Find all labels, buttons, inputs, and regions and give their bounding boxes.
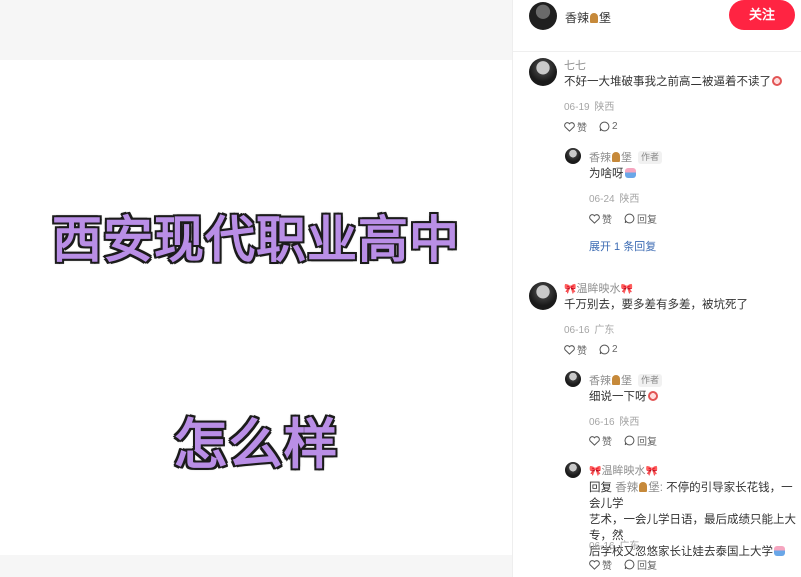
- avatar[interactable]: [565, 371, 581, 387]
- author-tag: 作者: [638, 151, 663, 164]
- comment-text: 不好一大堆破事我之前高二被逼着不读了: [564, 74, 782, 90]
- avatar[interactable]: [565, 462, 581, 478]
- reply-button[interactable]: 2: [599, 344, 618, 355]
- heart-icon: [564, 344, 575, 355]
- cake-emoji-icon: [624, 168, 636, 178]
- post-image[interactable]: 西安现代职业高中 怎么样: [0, 60, 512, 555]
- author-avatar[interactable]: [529, 2, 557, 30]
- ribbon-emoji-icon: 🎀: [589, 466, 602, 477]
- heart-icon: [564, 121, 575, 132]
- drumstick-emoji-icon: [612, 152, 620, 162]
- like-button[interactable]: 赞: [589, 211, 612, 226]
- reply-meta: 06-16 广东: [589, 541, 640, 552]
- author-name[interactable]: 香辣堡: [565, 9, 611, 26]
- heart-icon: [589, 435, 600, 446]
- reply-button[interactable]: 回复: [624, 433, 657, 448]
- comment-username[interactable]: 🎀温眸映水🎀: [564, 280, 633, 296]
- comment-text: 千万别去，要多差有多差，被坑死了: [564, 299, 748, 311]
- follow-button[interactable]: 关注: [729, 0, 795, 30]
- ribbon-emoji-icon: 🎀: [620, 284, 633, 295]
- cake-emoji-icon: [774, 546, 785, 556]
- comment-bubble-icon: [624, 559, 635, 570]
- reply-username[interactable]: 香辣堡作者: [589, 149, 663, 165]
- comment-meta: 06-16 广东: [564, 325, 615, 336]
- comment-panel: 香辣堡 关注 七七 不好一大堆破事我之前高二被逼着不读了 06-19 陕西 赞 …: [512, 0, 801, 577]
- avatar[interactable]: [565, 148, 581, 164]
- heart-icon: [589, 559, 600, 570]
- like-button[interactable]: 赞: [589, 557, 612, 572]
- post-image-area: 西安现代职业高中 怎么样: [0, 0, 512, 577]
- drumstick-emoji-icon: [590, 13, 599, 23]
- clown-emoji-icon: [772, 76, 782, 86]
- comment-bubble-icon: [624, 435, 635, 446]
- clown-emoji-icon: [647, 391, 658, 401]
- divider: [513, 51, 801, 52]
- image-title-line2: 怎么样: [172, 412, 339, 478]
- comment-bubble-icon: [599, 344, 610, 355]
- drumstick-emoji-icon: [612, 375, 620, 385]
- reply-username[interactable]: 🎀温眸映水🎀: [589, 462, 658, 478]
- ribbon-emoji-icon: 🎀: [645, 466, 658, 477]
- avatar[interactable]: [529, 58, 557, 86]
- like-button[interactable]: 赞: [589, 433, 612, 448]
- drumstick-emoji-icon: [639, 482, 648, 492]
- author-tag: 作者: [638, 374, 663, 387]
- comment-bubble-icon: [599, 121, 610, 132]
- like-button[interactable]: 赞: [564, 119, 587, 134]
- reply-button[interactable]: 2: [599, 121, 618, 132]
- comment-meta: 06-19 陕西: [564, 102, 615, 113]
- comment-username[interactable]: 七七: [564, 57, 586, 73]
- expand-replies-link[interactable]: 展开 1 条回复: [589, 238, 656, 254]
- reply-button[interactable]: 回复: [624, 557, 657, 572]
- heart-icon: [589, 213, 600, 224]
- comment-actions: 赞 2: [564, 119, 630, 134]
- ribbon-emoji-icon: 🎀: [564, 284, 577, 295]
- reply-button[interactable]: 回复: [624, 211, 657, 226]
- avatar[interactable]: [529, 282, 557, 310]
- like-button[interactable]: 赞: [564, 342, 587, 357]
- reply-text: 细说一下呀: [589, 389, 658, 405]
- reply-actions: 赞 回复: [589, 211, 669, 226]
- reply-actions: 赞 回复: [589, 433, 669, 448]
- post-detail: 西安现代职业高中 怎么样 香辣堡 关注 七七 不好一大堆破事我之前高二被逼着不读…: [0, 0, 801, 577]
- image-title-line1: 西安现代职业高中: [51, 210, 461, 271]
- reply-target[interactable]: 香辣 堡:: [615, 482, 663, 494]
- author-bar: 香辣堡 关注: [513, 0, 801, 40]
- reply-text: 为啥呀: [589, 166, 636, 182]
- comment-bubble-icon: [624, 213, 635, 224]
- reply-meta: 06-24 陕西: [589, 194, 640, 205]
- comment-actions: 赞 2: [564, 342, 630, 357]
- reply-meta: 06-16 陕西: [589, 417, 640, 428]
- reply-username[interactable]: 香辣堡作者: [589, 372, 663, 388]
- reply-actions: 赞 回复: [589, 557, 669, 572]
